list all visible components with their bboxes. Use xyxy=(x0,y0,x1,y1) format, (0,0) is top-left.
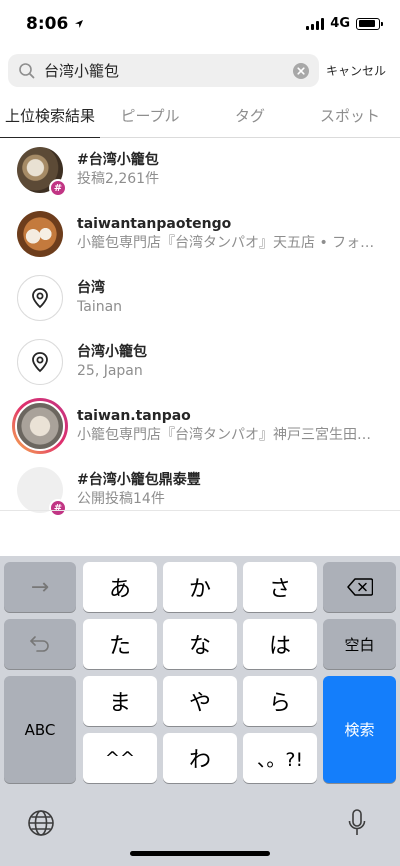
result-subtitle: 25, Japan xyxy=(77,363,143,379)
account-avatar xyxy=(15,401,65,451)
hashtag-badge-icon: # xyxy=(49,179,67,197)
search-row: 台湾小籠包 キャンセル xyxy=(0,54,400,88)
clear-text-icon[interactable] xyxy=(293,62,309,79)
kana-key-ma[interactable]: ま xyxy=(83,676,157,726)
search-icon xyxy=(19,62,35,78)
account-avatar-story-ring xyxy=(12,398,68,454)
arrow-right-key[interactable]: → xyxy=(4,562,76,612)
kana-key-sa[interactable]: さ xyxy=(243,562,317,612)
kana-key-ra[interactable]: ら xyxy=(243,676,317,726)
delete-key[interactable] xyxy=(323,562,396,612)
microphone-icon[interactable] xyxy=(347,808,367,838)
status-bar: 8:06 4G xyxy=(0,0,400,48)
result-title: #台湾小籠包 xyxy=(77,152,159,168)
place-avatar xyxy=(17,275,63,321)
result-title: 台湾小籠包 xyxy=(77,344,147,360)
search-query: 台湾小籠包 xyxy=(44,62,120,80)
hashtag-badge-icon: # xyxy=(49,499,67,517)
result-title: taiwan.tanpao xyxy=(77,408,191,424)
kana-key-na[interactable]: な xyxy=(163,619,237,669)
result-item[interactable]: # #台湾小籠包 投稿2,261件 xyxy=(0,138,400,202)
tab-tags[interactable]: タグ xyxy=(200,96,300,137)
result-subtitle: 小籠包専門店『台湾タンパオ』天五店 • フォ… xyxy=(77,235,375,251)
results-list: # #台湾小籠包 投稿2,261件 taiwantanpaotengo 小籠包専… xyxy=(0,138,400,522)
space-key[interactable]: 空白 xyxy=(323,619,396,669)
location-arrow-icon xyxy=(75,20,84,28)
search-input[interactable]: 台湾小籠包 xyxy=(8,54,319,87)
cancel-button[interactable]: キャンセル xyxy=(326,62,386,79)
account-avatar xyxy=(17,211,63,257)
dakuten-key[interactable]: ^^ xyxy=(83,733,157,783)
result-subtitle: 公開投稿14件 xyxy=(77,491,165,507)
kana-key-ka[interactable]: か xyxy=(163,562,237,612)
battery-icon xyxy=(356,17,383,30)
home-indicator xyxy=(130,851,270,856)
result-subtitle: 投稿2,261件 xyxy=(77,171,160,187)
tab-places[interactable]: スポット xyxy=(300,96,400,137)
result-item[interactable]: # #台湾小籠包鼎泰豐 公開投稿14件 xyxy=(0,458,400,522)
location-pin-icon xyxy=(32,352,48,373)
hashtag-thumbnail: # xyxy=(17,467,67,517)
place-avatar xyxy=(17,339,63,385)
kana-key-ha[interactable]: は xyxy=(243,619,317,669)
kana-key-ya[interactable]: や xyxy=(163,676,237,726)
network-type: 4G xyxy=(330,16,350,31)
kana-key-ta[interactable]: た xyxy=(83,619,157,669)
result-title: 台湾 xyxy=(77,280,105,296)
kana-key-a[interactable]: あ xyxy=(83,562,157,612)
divider xyxy=(0,510,400,511)
delete-icon xyxy=(346,578,373,596)
punctuation-key[interactable]: 、。?! xyxy=(243,733,317,783)
result-subtitle: 小籠包専門店『台湾タンパオ』神戸三宮生田… xyxy=(77,427,371,443)
result-title: #台湾小籠包鼎泰豐 xyxy=(77,472,201,488)
tab-top-results[interactable]: 上位検索結果 xyxy=(0,96,100,138)
undo-icon xyxy=(30,636,49,652)
result-item[interactable]: 台湾 Tainan xyxy=(0,266,400,330)
globe-icon[interactable] xyxy=(27,809,55,837)
undo-key[interactable] xyxy=(4,619,76,669)
tab-people[interactable]: ピープル xyxy=(100,96,200,137)
hashtag-thumbnail: # xyxy=(17,147,67,197)
result-item[interactable]: 台湾小籠包 25, Japan xyxy=(0,330,400,394)
location-pin-icon xyxy=(32,288,48,309)
result-title: taiwantanpaotengo xyxy=(77,216,232,232)
clock: 8:06 xyxy=(26,14,69,34)
japanese-kana-keyboard: → あ か さ た な は 空白 ABC ま や ら 検索 ^^ わ 、。?! xyxy=(0,556,400,866)
status-time: 8:06 xyxy=(26,14,84,34)
search-tabs: 上位検索結果 ピープル タグ スポット xyxy=(0,96,400,138)
cellular-signal-icon xyxy=(306,17,325,30)
status-indicators: 4G xyxy=(306,16,383,31)
result-item[interactable]: taiwantanpaotengo 小籠包専門店『台湾タンパオ』天五店 • フォ… xyxy=(0,202,400,266)
kana-key-wa[interactable]: わ xyxy=(163,733,237,783)
result-subtitle: Tainan xyxy=(77,299,123,315)
result-item[interactable]: taiwan.tanpao 小籠包専門店『台湾タンパオ』神戸三宮生田… xyxy=(0,394,400,458)
abc-key[interactable]: ABC xyxy=(4,676,76,783)
search-key[interactable]: 検索 xyxy=(323,676,396,783)
